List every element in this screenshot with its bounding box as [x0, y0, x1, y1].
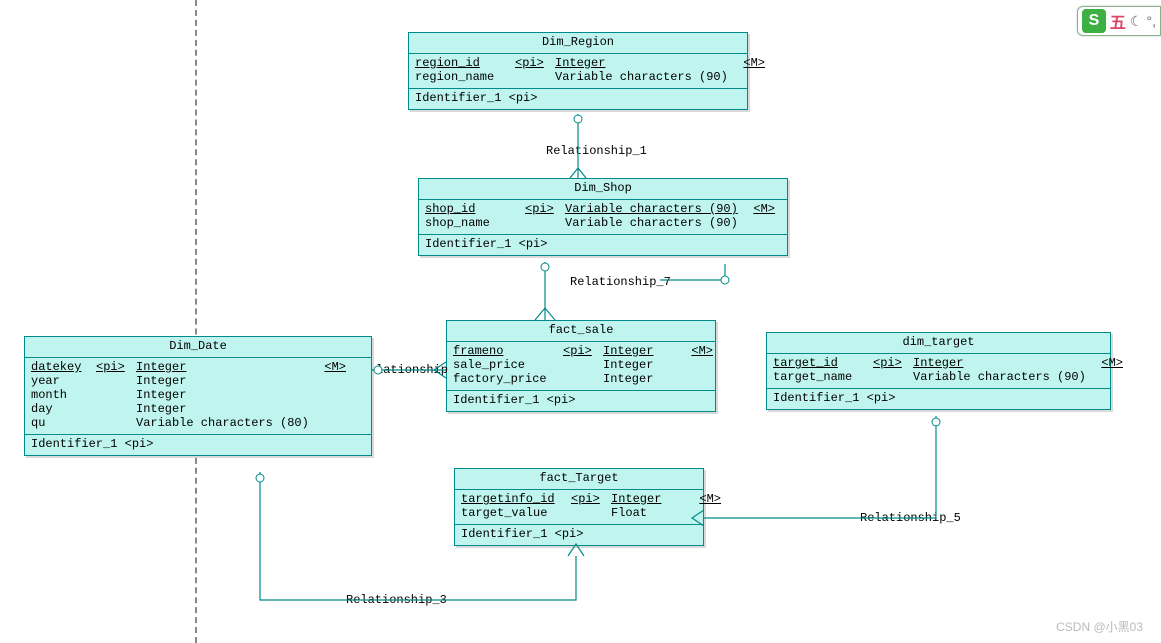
attr-type: Integer	[603, 344, 683, 358]
attr-type: Integer	[603, 358, 683, 372]
attr-pi: <pi>	[515, 56, 555, 70]
attr-mandatory: <M>	[316, 360, 346, 374]
punctuation-icon: °,	[1147, 13, 1157, 29]
entity-title: fact_Target	[455, 469, 703, 490]
er-diagram-canvas: Dim_Region region_id <pi> Integer <M> re…	[0, 0, 1161, 643]
entity-title: Dim_Date	[25, 337, 371, 358]
attr-type: Integer	[555, 56, 735, 70]
entity-attributes: frameno <pi> Integer <M> sale_price Inte…	[447, 342, 715, 391]
entity-dim-target[interactable]: dim_target target_id <pi> Integer <M> ta…	[766, 332, 1111, 410]
attr-name: year	[31, 374, 96, 388]
attr-pi	[563, 372, 603, 386]
attr-mandatory: <M>	[735, 56, 765, 70]
attr-name: target_value	[461, 506, 571, 520]
attr-name: region_name	[415, 70, 515, 84]
ime-mode-text: 五	[1110, 9, 1126, 33]
entity-attributes: region_id <pi> Integer <M> region_name V…	[409, 54, 747, 89]
attr-mandatory: <M>	[691, 492, 721, 506]
entity-title: fact_sale	[447, 321, 715, 342]
entity-attributes: shop_id <pi> Variable characters (90) <M…	[419, 200, 787, 235]
attr-type: Variable characters (90)	[565, 202, 745, 216]
attr-mandatory: <M>	[1093, 356, 1123, 370]
attr-type: Integer	[136, 402, 316, 416]
attr-name: sale_price	[453, 358, 563, 372]
attr-pi: <pi>	[563, 344, 603, 358]
entity-identifier: Identifier_1 <pi>	[447, 391, 715, 411]
ime-toolbar[interactable]: S 五 ☾ °,	[1077, 6, 1161, 36]
attr-pi	[571, 506, 611, 520]
attr-type: Integer	[136, 388, 316, 402]
attr-mandatory: <M>	[683, 344, 713, 358]
attr-pi	[515, 70, 555, 84]
relationship-label: Relationship_3	[346, 593, 447, 607]
entity-fact-sale[interactable]: fact_sale frameno <pi> Integer <M> sale_…	[446, 320, 716, 412]
entity-fact-target[interactable]: fact_Target targetinfo_id <pi> Integer <…	[454, 468, 704, 546]
attr-mandatory	[735, 70, 765, 84]
entity-attributes: datekey <pi> Integer <M> year Integer mon…	[25, 358, 371, 435]
attr-type: Float	[611, 506, 691, 520]
entity-title: dim_target	[767, 333, 1110, 354]
entity-identifier: Identifier_1 <pi>	[419, 235, 787, 255]
watermark-text: CSDN @小黑03	[1056, 618, 1143, 635]
attr-type: Integer	[913, 356, 1093, 370]
attr-name: shop_id	[425, 202, 525, 216]
attr-type: Variable characters (90)	[555, 70, 735, 84]
entity-dim-region[interactable]: Dim_Region region_id <pi> Integer <M> re…	[408, 32, 748, 110]
attr-type: Integer	[136, 374, 316, 388]
attr-name: shop_name	[425, 216, 525, 230]
attr-pi: <pi>	[525, 202, 565, 216]
attr-name: target_name	[773, 370, 873, 384]
attr-type: Variable characters (80)	[136, 416, 316, 430]
attr-name: datekey	[31, 360, 96, 374]
attr-name: month	[31, 388, 96, 402]
attr-name: target_id	[773, 356, 873, 370]
attr-mandatory	[1093, 370, 1123, 384]
entity-identifier: Identifier_1 <pi>	[25, 435, 371, 455]
attr-pi: <pi>	[571, 492, 611, 506]
entity-attributes: targetinfo_id <pi> Integer <M> target_va…	[455, 490, 703, 525]
entity-dim-date[interactable]: Dim_Date datekey <pi> Integer <M> year In…	[24, 336, 372, 456]
relationship-label: Relationship_5	[860, 511, 961, 525]
relationship-label: Relationship_1	[546, 144, 647, 158]
attr-type: Integer	[603, 372, 683, 386]
attr-mandatory	[683, 372, 713, 386]
attr-pi: <pi>	[873, 356, 913, 370]
entity-identifier: Identifier_1 <pi>	[409, 89, 747, 109]
attr-pi: <pi>	[96, 360, 136, 374]
attr-type: Integer	[611, 492, 691, 506]
attr-type: Integer	[136, 360, 316, 374]
entity-title: Dim_Shop	[419, 179, 787, 200]
attr-mandatory	[691, 506, 721, 520]
attr-mandatory: <M>	[745, 202, 775, 216]
entity-identifier: Identifier_1 <pi>	[767, 389, 1110, 409]
entity-dim-shop[interactable]: Dim_Shop shop_id <pi> Variable character…	[418, 178, 788, 256]
attr-pi	[873, 370, 913, 384]
attr-name: factory_price	[453, 372, 563, 386]
attr-name: region_id	[415, 56, 515, 70]
ime-logo-icon: S	[1082, 9, 1106, 33]
moon-icon: ☾	[1130, 13, 1143, 30]
attr-mandatory	[683, 358, 713, 372]
attr-mandatory	[745, 216, 775, 230]
attr-name: qu	[31, 416, 96, 430]
attr-name: day	[31, 402, 96, 416]
attr-name: frameno	[453, 344, 563, 358]
relationship-label: lationship	[376, 363, 448, 377]
entity-attributes: target_id <pi> Integer <M> target_name V…	[767, 354, 1110, 389]
relationship-label: Relationship_7	[570, 275, 671, 289]
attr-pi	[563, 358, 603, 372]
attr-type: Variable characters (90)	[913, 370, 1093, 384]
attr-type: Variable characters (90)	[565, 216, 745, 230]
entity-identifier: Identifier_1 <pi>	[455, 525, 703, 545]
attr-name: targetinfo_id	[461, 492, 571, 506]
attr-pi	[525, 216, 565, 230]
entity-title: Dim_Region	[409, 33, 747, 54]
